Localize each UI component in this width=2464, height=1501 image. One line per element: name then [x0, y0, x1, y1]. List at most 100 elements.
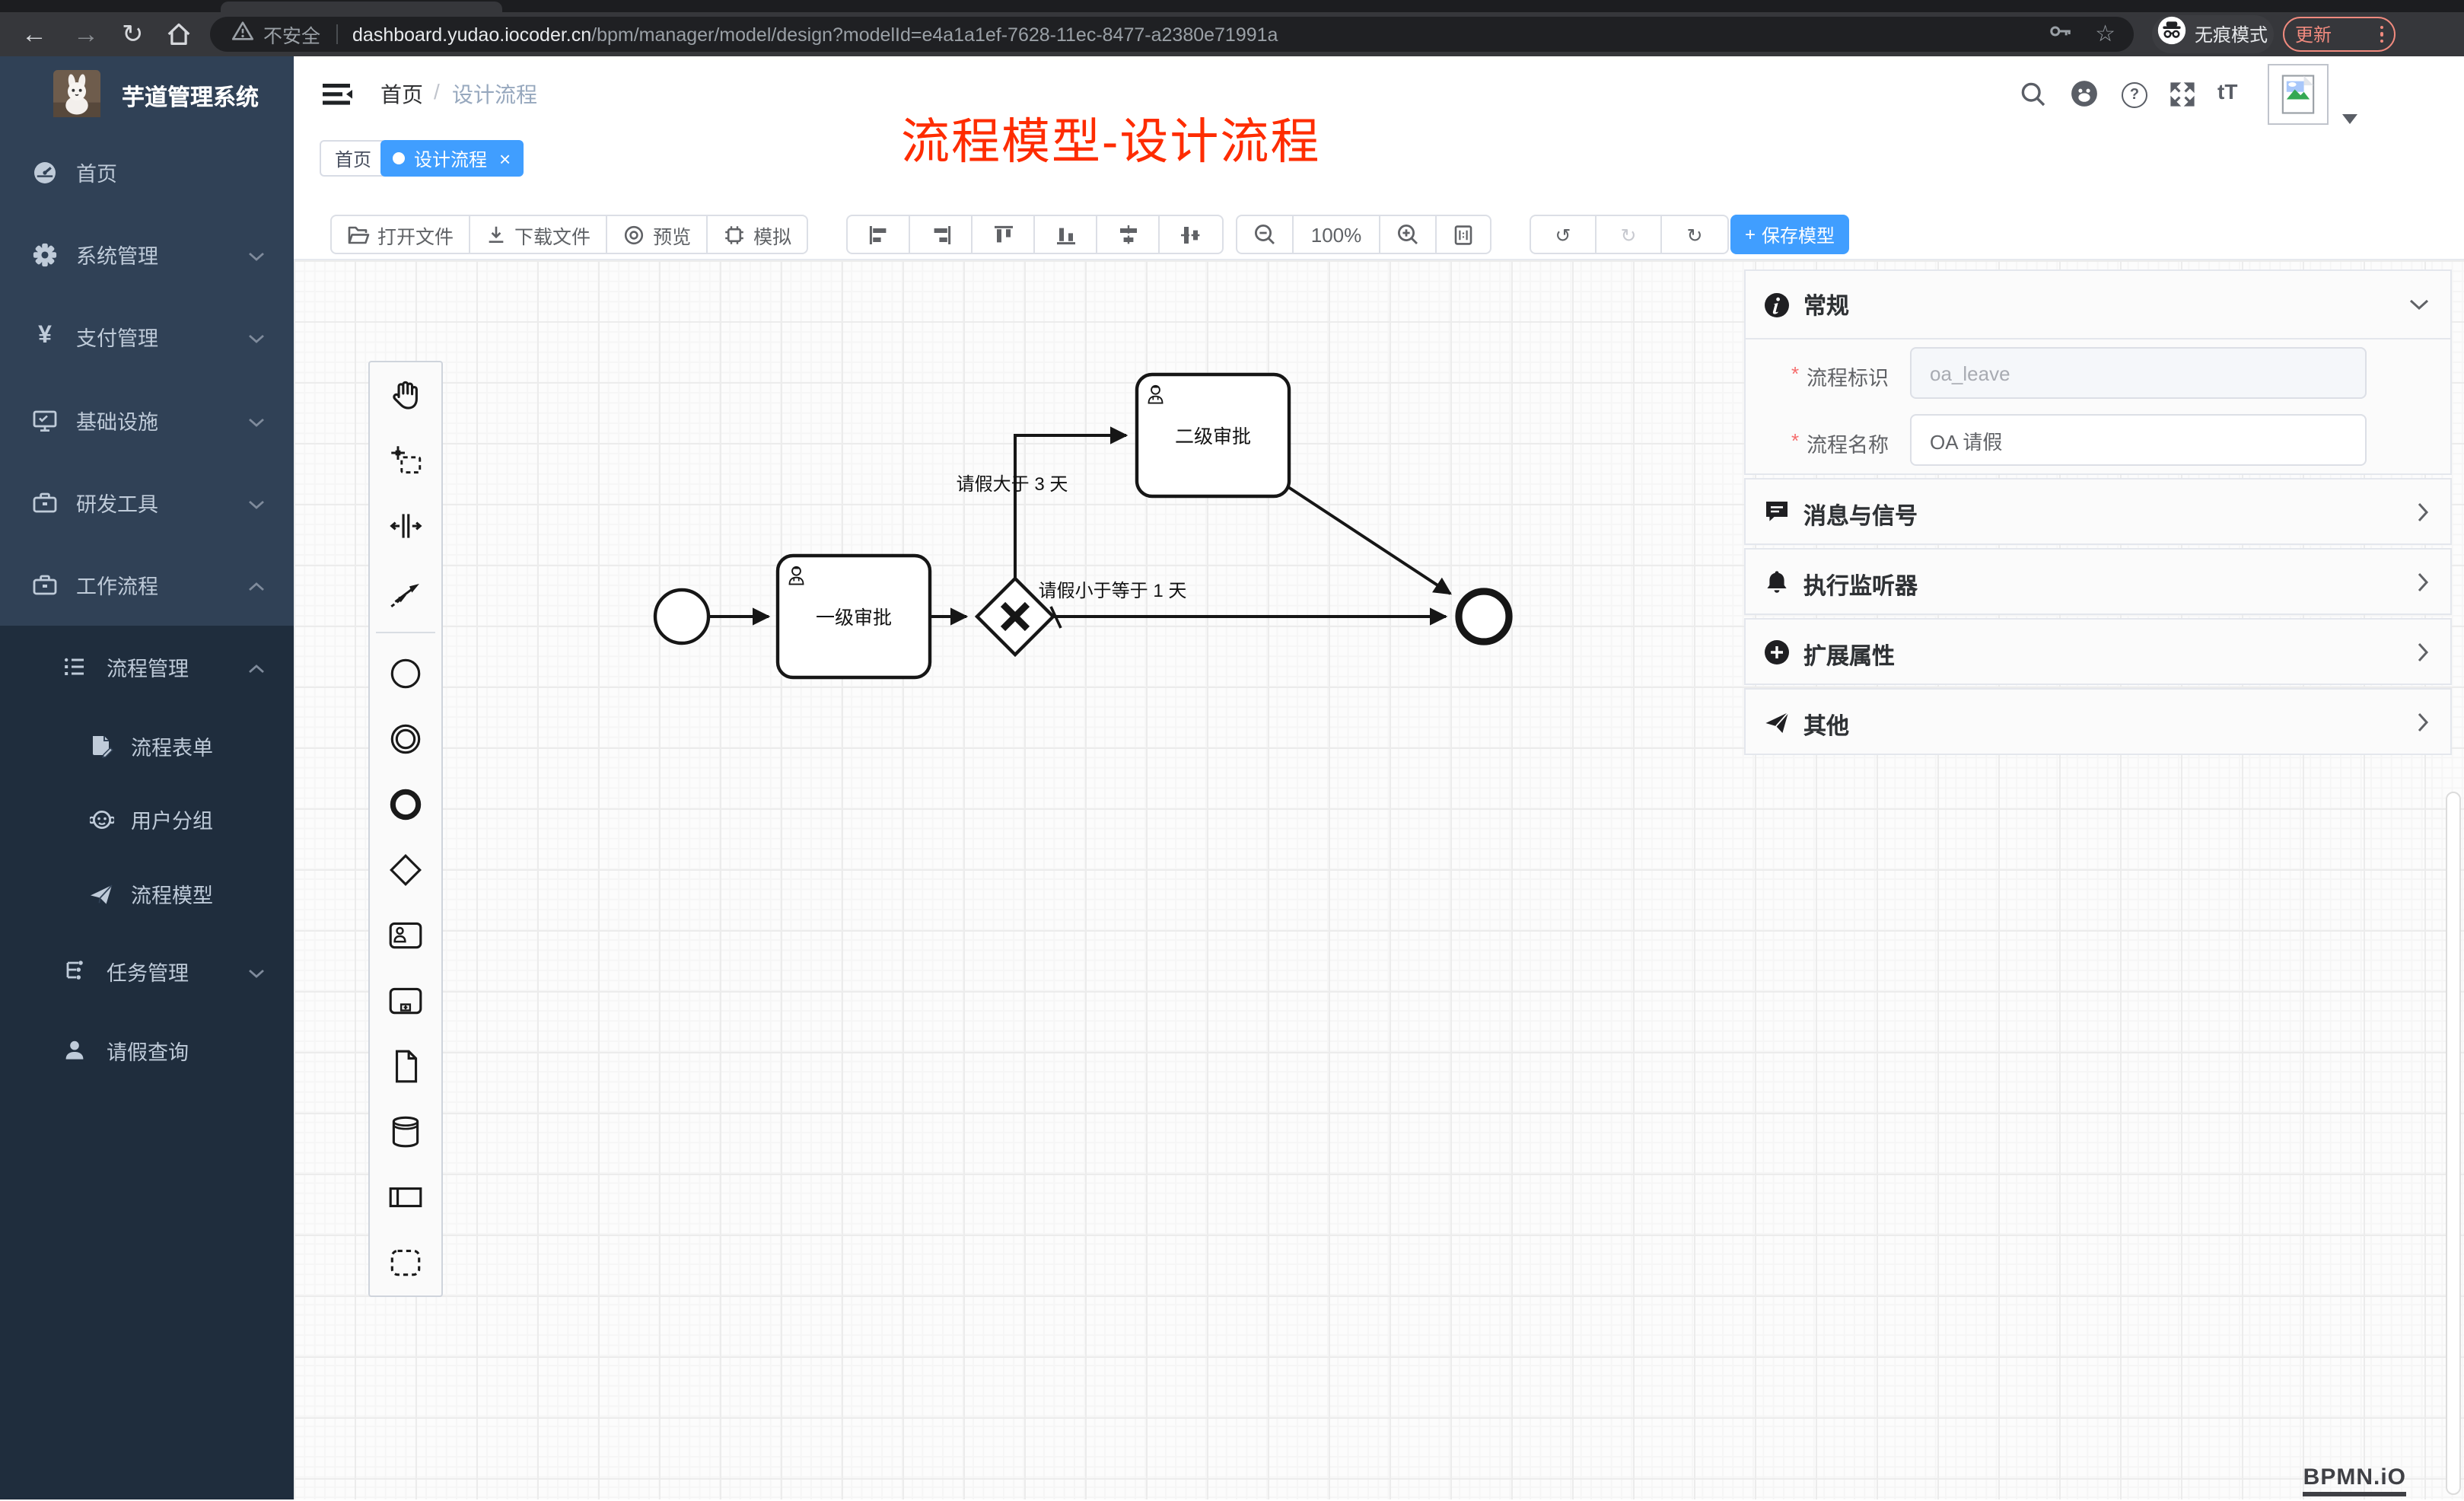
github-icon[interactable]	[2070, 79, 2099, 116]
sidebar-item-label: 流程表单	[131, 731, 213, 761]
key-icon[interactable]	[2048, 19, 2074, 49]
zoom-level: 100%	[1294, 216, 1380, 253]
tab-design-process[interactable]: 设计流程 ×	[380, 140, 523, 177]
bookmark-star-icon[interactable]: ☆	[2095, 23, 2115, 46]
sidebar-item-payment[interactable]: ¥ 支付管理	[0, 306, 294, 367]
reload-icon[interactable]: ↻	[122, 12, 144, 56]
bpmn-io-logo[interactable]: BPMN.iO	[2303, 1464, 2406, 1496]
form-row-process-name: * 流程名称	[1746, 414, 2450, 466]
sidebar-item-system[interactable]: 系统管理	[0, 224, 294, 285]
avatar[interactable]	[2268, 64, 2329, 125]
preview-button[interactable]: 预览	[607, 216, 708, 253]
align-bottom-icon	[1054, 223, 1077, 246]
simulate-button[interactable]: 模拟	[708, 216, 807, 253]
message-icon	[1764, 499, 1790, 525]
general-form: * 流程标识 * 流程名称	[1746, 338, 2450, 473]
field-label: 流程名称	[1807, 428, 1889, 458]
open-file-button[interactable]: 打开文件	[332, 216, 470, 253]
scrollbar-thumb[interactable]	[2446, 792, 2461, 1495]
restart-button[interactable]: ↻	[1662, 216, 1727, 253]
sidebar-item-leave-query[interactable]: 请假查询	[0, 1020, 294, 1081]
sidebar-item-devtools[interactable]: 研发工具	[0, 472, 294, 533]
url-domain: dashboard.yudao.iocoder.cn	[352, 24, 591, 45]
zoom-in-button[interactable]	[1380, 216, 1437, 253]
end-event[interactable]	[1459, 591, 1509, 642]
briefcase-icon	[32, 572, 58, 598]
flow-task2-to-end[interactable]	[1286, 486, 1450, 594]
collapse-sidebar-icon[interactable]	[323, 81, 353, 116]
breadcrumb-current: 设计流程	[452, 79, 537, 110]
chevron-right-icon	[2417, 572, 2429, 600]
chevron-down-icon	[2409, 291, 2429, 318]
chevron-down-icon	[248, 491, 265, 514]
app-title[interactable]: 芋道管理系统	[122, 81, 259, 113]
incognito-badge: 无痕模式	[2152, 15, 2274, 53]
breadcrumb-home[interactable]: 首页	[380, 79, 423, 110]
sidebar-item-label: 系统管理	[76, 239, 158, 269]
section-title: 执行监听器	[1803, 569, 1918, 601]
sidebar-item-process-form[interactable]: 流程表单	[0, 715, 294, 776]
avatar-caret-icon	[2342, 105, 2357, 132]
download-file-button[interactable]: 下载文件	[470, 216, 607, 253]
briefcase-icon	[32, 489, 58, 515]
process-id-input[interactable]	[1910, 347, 2367, 399]
url-bar[interactable]: 不安全 dashboard.yudao.iocoder.cn/bpm/manag…	[210, 17, 2134, 52]
tab-home[interactable]: 首页	[320, 140, 387, 177]
section-other[interactable]: 其他	[1744, 688, 2452, 755]
align-top-icon	[992, 223, 1014, 246]
redo-button[interactable]: ↻	[1597, 216, 1662, 253]
sidebar-item-process-model[interactable]: 流程模型	[0, 863, 294, 924]
sidebar-item-label: 任务管理	[107, 956, 189, 986]
annotation-title: 流程模型-设计流程	[901, 104, 1320, 174]
sidebar-item-process-mgmt[interactable]: 流程管理	[0, 636, 294, 697]
fit-viewport-icon	[1452, 223, 1475, 246]
section-execution-listeners[interactable]: 执行监听器	[1744, 548, 2452, 615]
align-bottom-button[interactable]	[1035, 216, 1097, 253]
document-edit-icon	[88, 733, 114, 759]
fullscreen-icon[interactable]	[2169, 81, 2196, 116]
align-center-h-button[interactable]	[1097, 216, 1160, 253]
sidebar-item-workflow[interactable]: 工作流程	[0, 554, 294, 615]
sidebar-item-user-group[interactable]: 用户分组	[0, 789, 294, 849]
section-general[interactable]: 常规	[1746, 271, 2450, 338]
section-extended-attributes[interactable]: 扩展属性	[1744, 618, 2452, 685]
start-event[interactable]	[655, 590, 708, 643]
home-icon[interactable]	[164, 20, 193, 56]
back-icon[interactable]: ←	[21, 12, 47, 56]
align-center-v-button[interactable]	[1160, 216, 1222, 253]
font-size-icon[interactable]: tT	[2217, 79, 2237, 104]
sidebar-item-infra[interactable]: 基础设施	[0, 390, 294, 451]
search-icon[interactable]	[2020, 81, 2047, 116]
flow-label-le1: 请假小于等于 1 天	[1039, 581, 1187, 601]
browser-update-button[interactable]: 更新	[2283, 17, 2396, 52]
task2-label: 二级审批	[1175, 426, 1251, 448]
flow-gateway-to-task2[interactable]	[1015, 435, 1126, 578]
sidebar-item-task-mgmt[interactable]: 任务管理	[0, 941, 294, 1002]
plus-circle-icon	[1764, 639, 1790, 665]
sidebar-item-label: 首页	[76, 157, 117, 187]
section-messages-signals[interactable]: 消息与信号	[1744, 478, 2452, 545]
chevron-down-icon	[248, 325, 265, 348]
zoom-value: 100%	[1311, 223, 1362, 246]
align-right-button[interactable]	[910, 216, 973, 253]
save-model-button[interactable]: + 保存模型	[1730, 215, 1849, 254]
chevron-down-icon	[248, 960, 265, 983]
browser-tab[interactable]	[221, 2, 502, 12]
process-name-input[interactable]	[1910, 414, 2367, 466]
sidebar-item-home[interactable]: 首页	[0, 142, 294, 202]
refresh-icon: ↻	[1687, 223, 1703, 246]
forward-icon[interactable]: →	[73, 12, 99, 56]
undo-button[interactable]: ↺	[1531, 216, 1597, 253]
browser-menu-icon[interactable]	[2380, 23, 2383, 46]
fit-viewport-button[interactable]	[1437, 216, 1490, 253]
task1-label: 一级审批	[816, 607, 892, 629]
help-icon[interactable]: ?	[2122, 82, 2147, 108]
close-icon[interactable]: ×	[499, 148, 511, 168]
align-left-button[interactable]	[848, 216, 910, 253]
align-top-button[interactable]	[973, 216, 1035, 253]
bell-icon	[1764, 569, 1790, 595]
button-label: 下载文件	[514, 220, 591, 249]
align-right-icon	[929, 223, 952, 246]
zoom-out-button[interactable]	[1237, 216, 1294, 253]
gear-icon	[32, 241, 58, 267]
